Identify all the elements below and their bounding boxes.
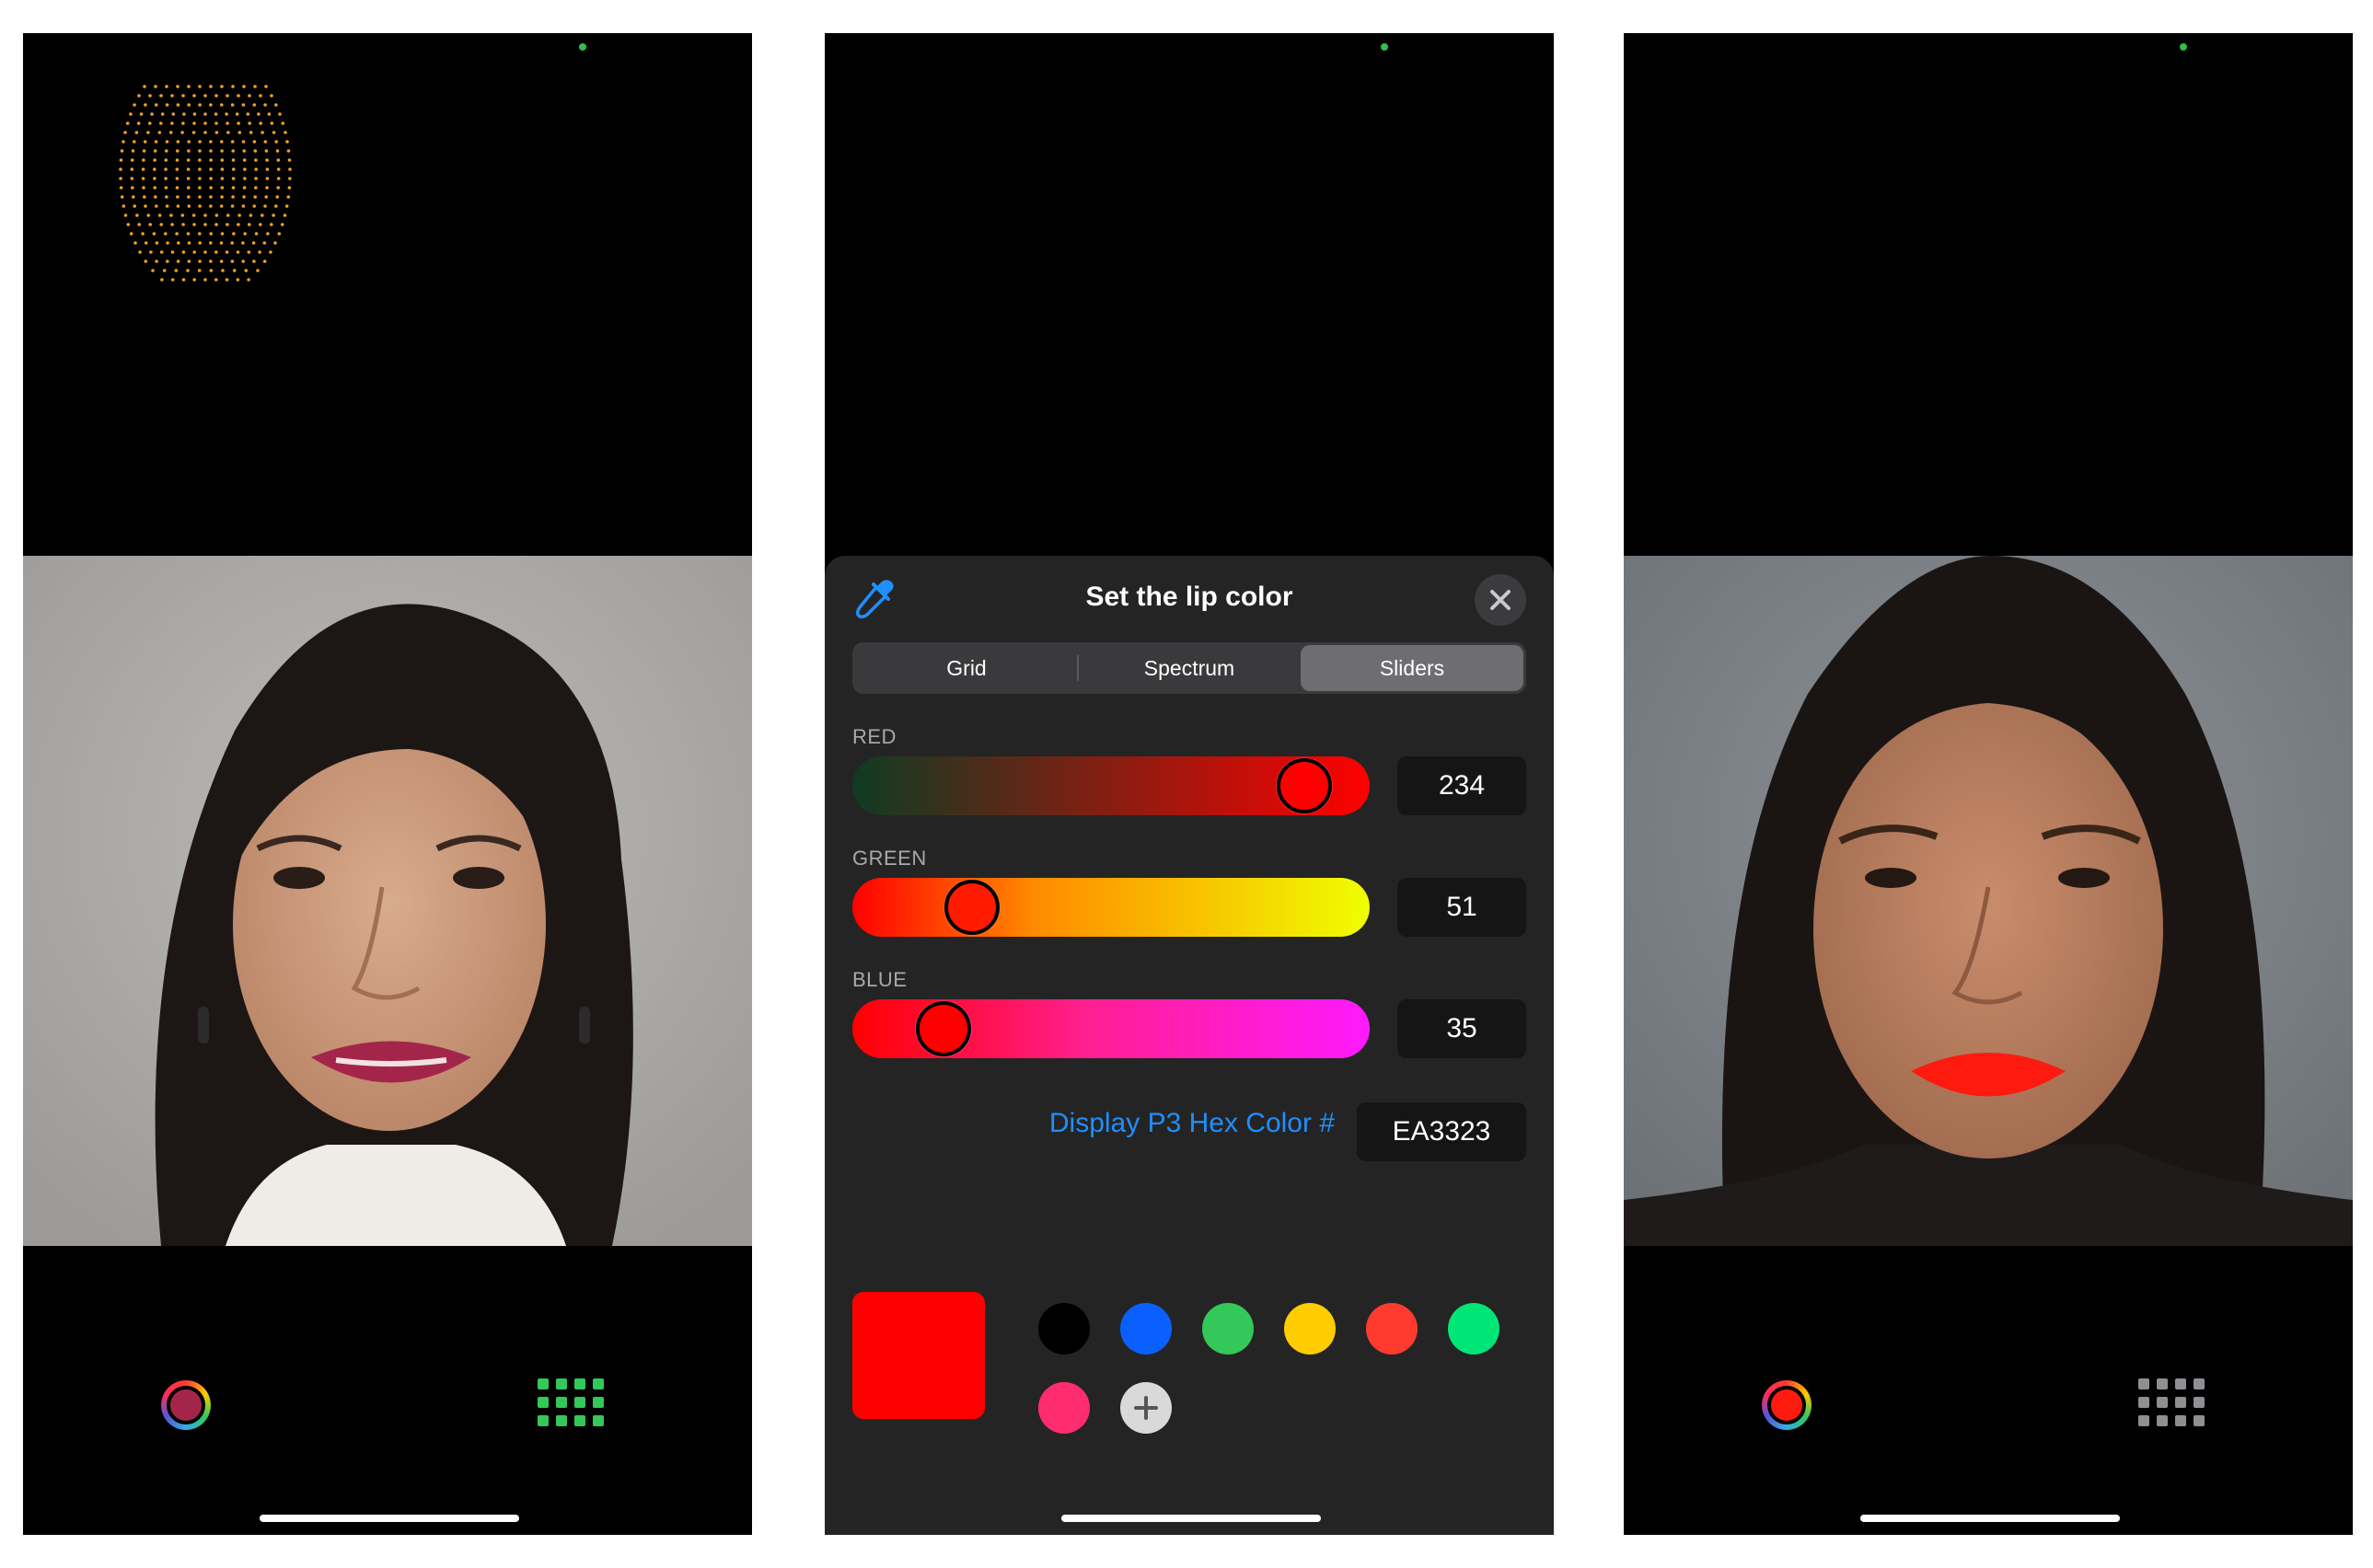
swatch-mint[interactable] <box>1448 1303 1499 1355</box>
grid-menu-icon[interactable] <box>538 1378 604 1426</box>
grid-dot <box>2194 1415 2205 1426</box>
right-phone-screen <box>1624 33 2353 1535</box>
bottom-toolbar <box>23 1246 752 1535</box>
grid-dot <box>538 1397 549 1408</box>
camera-indicator-dot <box>1381 43 1388 51</box>
grid-dot <box>556 1415 567 1426</box>
grid-dot <box>2194 1378 2205 1389</box>
camera-preview <box>23 556 752 1246</box>
grid-dot <box>556 1397 567 1408</box>
red-value-field[interactable]: 234 <box>1397 756 1526 815</box>
color-picker-sheet: Set the lip color Grid Spectrum Sliders … <box>825 556 1554 1535</box>
picker-mode-tabs: Grid Spectrum Sliders <box>852 642 1526 694</box>
add-swatch-button[interactable] <box>1120 1382 1172 1434</box>
swatch-blue[interactable] <box>1120 1303 1172 1355</box>
grid-dot <box>593 1378 604 1389</box>
swatch-black[interactable] <box>1038 1303 1090 1355</box>
camera-indicator-dot <box>2180 43 2187 51</box>
blue-value-field[interactable]: 35 <box>1397 999 1526 1058</box>
swatch-yellow[interactable] <box>1284 1303 1336 1355</box>
grid-dot <box>556 1378 567 1389</box>
middle-phone-screen: Set the lip color Grid Spectrum Sliders … <box>825 33 1554 1535</box>
grid-dot <box>2175 1378 2186 1389</box>
red-slider-thumb[interactable] <box>1276 758 1332 813</box>
selected-color-icon <box>167 1386 205 1424</box>
blue-slider-label: BLUE <box>852 968 908 991</box>
swatch-red[interactable] <box>1366 1303 1418 1355</box>
swatch-green[interactable] <box>1202 1303 1254 1355</box>
grid-menu-icon[interactable] <box>2138 1378 2205 1426</box>
face-photo-right <box>1624 556 2353 1246</box>
tab-sliders[interactable]: Sliders <box>1301 645 1523 691</box>
face-mesh-overlay <box>119 85 292 282</box>
swatch-pink[interactable] <box>1038 1382 1090 1434</box>
tab-grid[interactable]: Grid <box>855 645 1078 691</box>
grid-dot <box>538 1415 549 1426</box>
red-slider[interactable] <box>852 756 1370 815</box>
hex-color-field[interactable]: EA3323 <box>1357 1102 1526 1161</box>
grid-dot <box>2138 1397 2149 1408</box>
grid-dot <box>538 1378 549 1389</box>
grid-dot <box>2157 1378 2168 1389</box>
grid-dot <box>2194 1397 2205 1408</box>
face-photo-left <box>23 556 752 1246</box>
tab-spectrum[interactable]: Spectrum <box>1078 645 1301 691</box>
grid-dot <box>2138 1415 2149 1426</box>
blue-slider[interactable] <box>852 999 1370 1058</box>
grid-dot <box>2138 1378 2149 1389</box>
grid-dot <box>2157 1397 2168 1408</box>
close-button[interactable] <box>1475 574 1526 626</box>
home-indicator[interactable] <box>1860 1515 2120 1522</box>
green-slider-thumb[interactable] <box>944 880 1001 935</box>
green-slider-label: GREEN <box>852 847 927 870</box>
selected-color-icon <box>1767 1386 1806 1424</box>
grid-dot <box>2157 1415 2168 1426</box>
bottom-toolbar <box>1624 1246 2353 1535</box>
grid-dot <box>593 1415 604 1426</box>
close-icon <box>1490 590 1511 610</box>
grid-dot <box>574 1397 585 1408</box>
green-slider[interactable] <box>852 878 1370 937</box>
grid-dot <box>574 1415 585 1426</box>
home-indicator[interactable] <box>260 1515 519 1522</box>
hex-color-label[interactable]: Display P3 Hex Color # <box>981 1108 1335 1139</box>
left-phone-screen <box>23 33 752 1535</box>
grid-dot <box>2175 1415 2186 1426</box>
tab-divider <box>1077 655 1079 681</box>
plus-icon <box>1134 1396 1158 1420</box>
color-picker-button[interactable] <box>1762 1380 1812 1430</box>
camera-indicator-dot <box>579 43 586 51</box>
home-indicator[interactable] <box>1061 1515 1321 1522</box>
red-slider-label: RED <box>852 725 897 748</box>
green-value-field[interactable]: 51 <box>1397 878 1526 937</box>
grid-dot <box>593 1397 604 1408</box>
sheet-title: Set the lip color <box>1085 582 1293 612</box>
blue-slider-thumb[interactable] <box>915 1001 971 1056</box>
current-color-swatch <box>852 1292 985 1419</box>
color-picker-button[interactable] <box>161 1380 211 1430</box>
grid-dot <box>2175 1397 2186 1408</box>
grid-dot <box>574 1378 585 1389</box>
camera-preview <box>1624 556 2353 1246</box>
